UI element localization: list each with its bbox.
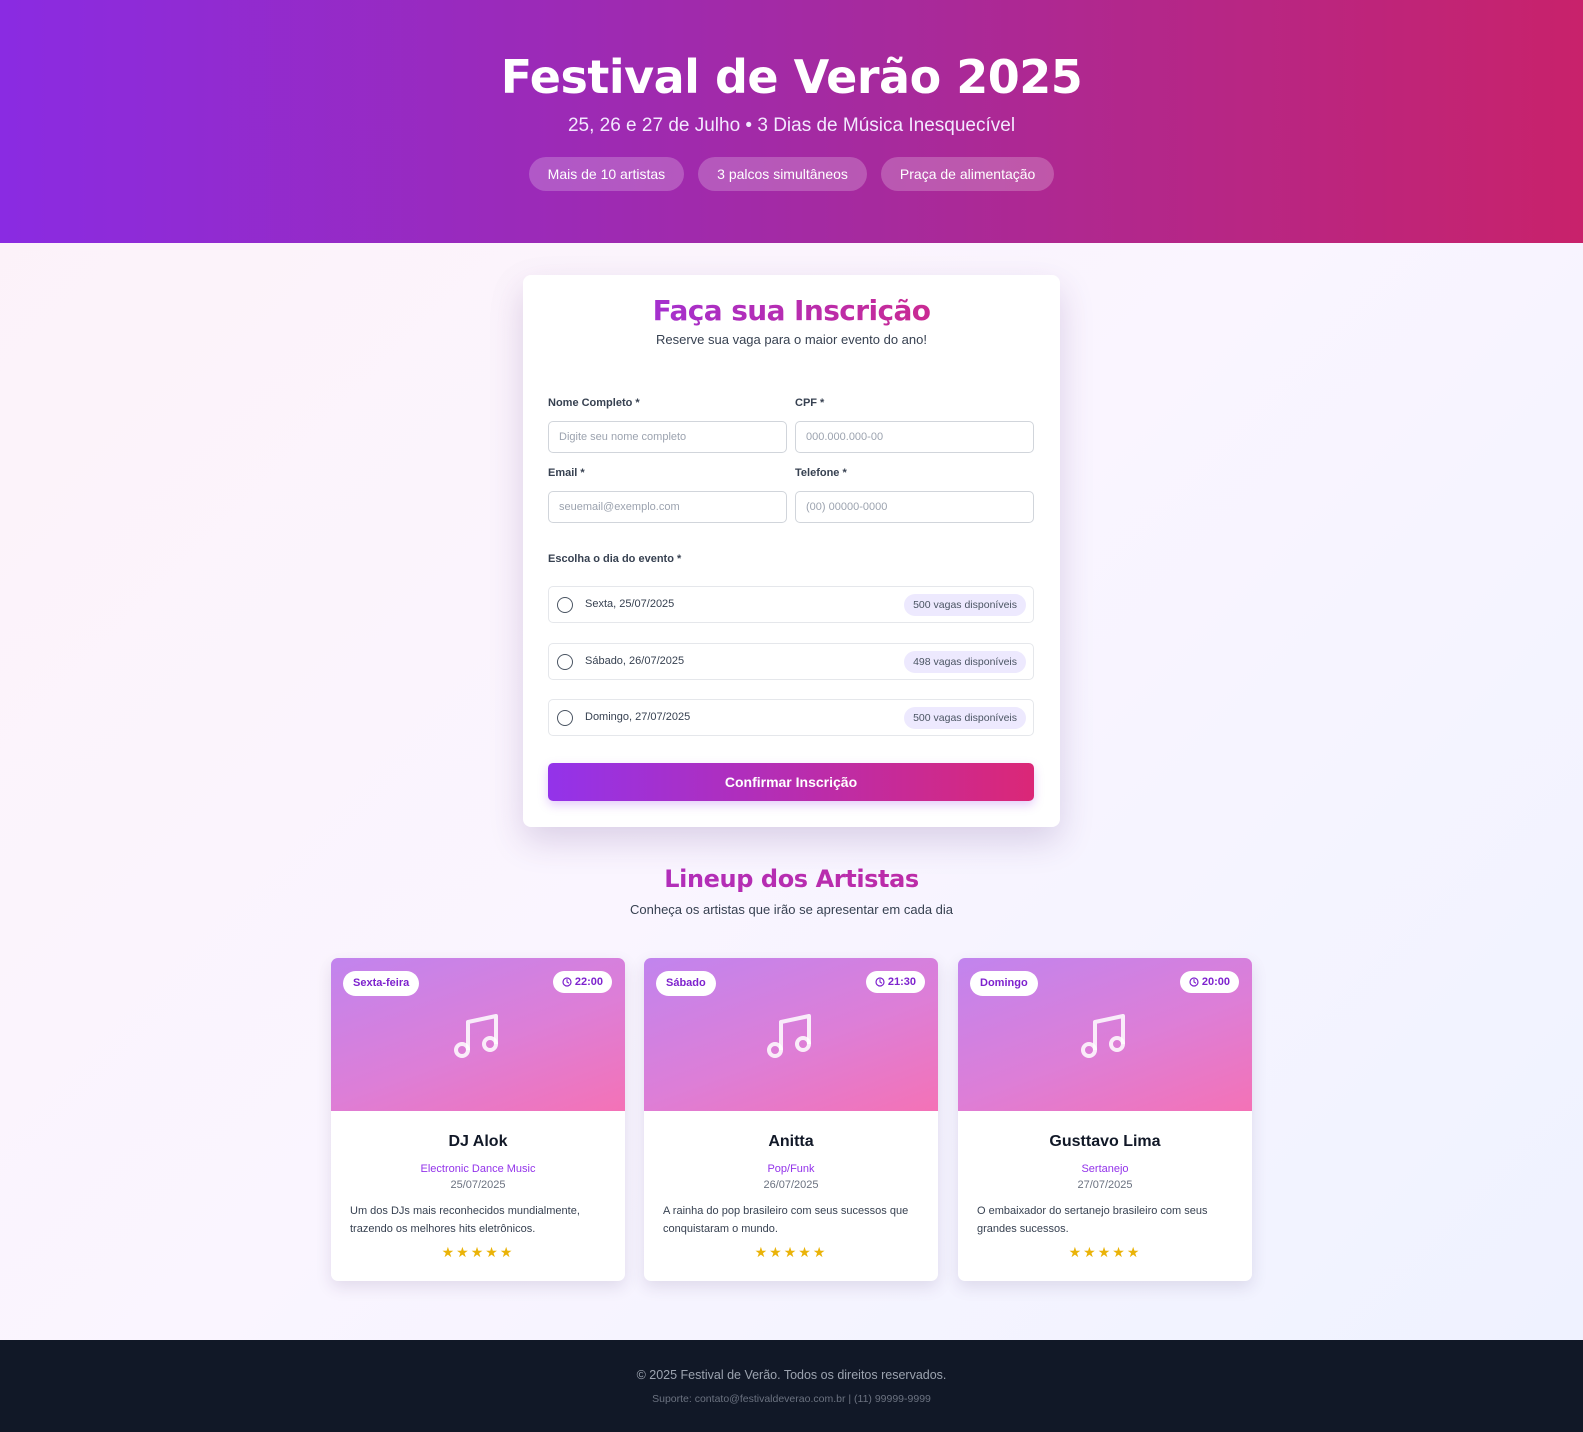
footer-support-contact: Suporte: contato@festivaldeverao.com.br … <box>652 1393 931 1405</box>
feature-chip: Praça de alimentação <box>880 157 1055 191</box>
artist-card: Sábado 21:30 Anitta Pop/Funk 26/07/2025 … <box>644 958 938 1281</box>
time-text: 21:30 <box>887 976 916 988</box>
clock-icon <box>1189 977 1199 987</box>
day-option-label: Sábado, 26/07/2025 <box>585 655 685 667</box>
star-rating: ★★★★★ <box>441 1245 515 1261</box>
day-select-label: Escolha o dia do evento * <box>548 553 682 565</box>
artist-genre: Electronic Dance Music <box>420 1163 536 1175</box>
time-text: 20:00 <box>1201 976 1230 988</box>
artist-date: 25/07/2025 <box>450 1179 506 1191</box>
artist-card: Sexta-feira 22:00 DJ Alok Electronic Dan… <box>331 958 625 1281</box>
artist-name: DJ Alok <box>448 1133 508 1150</box>
lineup-subtitle: Conheça os artistas que irão se apresent… <box>629 902 954 917</box>
phone-field[interactable] <box>795 491 1034 523</box>
time-text: 22:00 <box>574 976 603 988</box>
artist-date: 26/07/2025 <box>763 1179 819 1191</box>
artist-date: 27/07/2025 <box>1077 1179 1133 1191</box>
day-badge: Domingo <box>970 971 1038 996</box>
form-title: Faça sua Inscrição <box>523 294 1060 327</box>
artist-card: Domingo 20:00 Gusttavo Lima Sertanejo 27… <box>958 958 1252 1281</box>
radio-button[interactable] <box>557 654 573 670</box>
day-badge: Sábado <box>656 971 716 996</box>
hero-title: Festival de Verão 2025 <box>500 50 1083 104</box>
time-badge: 21:30 <box>865 971 925 993</box>
availability-badge: 500 vagas disponíveis <box>904 594 1026 616</box>
feature-chip: 3 palcos simultâneos <box>698 157 867 191</box>
clock-icon <box>562 977 572 987</box>
cpf-label: CPF * <box>795 397 825 409</box>
name-label: Nome Completo * <box>548 397 640 409</box>
footer: © 2025 Festival de Verão. Todos os direi… <box>0 1340 1583 1432</box>
artist-genre: Pop/Funk <box>767 1163 815 1175</box>
registration-card: Faça sua Inscrição Reserve sua vaga para… <box>523 275 1060 827</box>
clock-icon <box>875 977 885 987</box>
feature-chip: Mais de 10 artistas <box>528 157 685 191</box>
email-label: Email * <box>548 467 585 479</box>
artist-name: Anitta <box>768 1133 814 1150</box>
confirm-registration-button[interactable]: Confirmar Inscrição <box>548 763 1034 801</box>
feature-chips: Mais de 10 artistas 3 palcos simultâneos… <box>0 157 1583 191</box>
artist-banner: Domingo 20:00 <box>958 958 1252 1111</box>
time-badge: 22:00 <box>552 971 612 993</box>
phone-label: Telefone * <box>795 467 847 479</box>
artist-genre: Sertanejo <box>1081 1163 1129 1175</box>
artist-banner: Sábado 21:30 <box>644 958 938 1111</box>
star-rating: ★★★★★ <box>754 1245 828 1261</box>
music-note-icon <box>767 1014 811 1058</box>
artist-banner: Sexta-feira 22:00 <box>331 958 625 1111</box>
email-field[interactable] <box>548 491 787 523</box>
music-note-icon <box>1081 1014 1125 1058</box>
lineup-title: Lineup dos Artistas <box>0 865 1583 893</box>
radio-button[interactable] <box>557 597 573 613</box>
availability-badge: 500 vagas disponíveis <box>904 707 1026 729</box>
hero-banner: Festival de Verão 2025 25, 26 e 27 de Ju… <box>0 0 1583 243</box>
time-badge: 20:00 <box>1179 971 1239 993</box>
day-option-friday[interactable]: Sexta, 25/07/2025 500 vagas disponíveis <box>548 586 1034 623</box>
cpf-field[interactable] <box>795 421 1034 453</box>
artist-description: Um dos DJs mais reconhecidos mundialment… <box>350 1205 580 1235</box>
hero-subtitle: 25, 26 e 27 de Julho • 3 Dias de Música … <box>567 115 1016 136</box>
star-rating: ★★★★★ <box>1068 1245 1142 1261</box>
artist-description: O embaixador do sertanejo brasileiro com… <box>977 1205 1208 1235</box>
day-badge: Sexta-feira <box>343 971 420 996</box>
form-subtitle: Reserve sua vaga para o maior evento do … <box>655 332 927 347</box>
music-note-icon <box>454 1014 498 1058</box>
day-option-saturday[interactable]: Sábado, 26/07/2025 498 vagas disponíveis <box>548 643 1034 680</box>
name-field[interactable] <box>548 421 787 453</box>
artist-name: Gusttavo Lima <box>1049 1133 1161 1150</box>
day-option-label: Domingo, 27/07/2025 <box>585 711 691 723</box>
availability-badge: 498 vagas disponíveis <box>904 651 1026 673</box>
day-option-label: Sexta, 25/07/2025 <box>585 598 675 610</box>
day-option-sunday[interactable]: Domingo, 27/07/2025 500 vagas disponívei… <box>548 699 1034 736</box>
radio-button[interactable] <box>557 710 573 726</box>
footer-copyright: © 2025 Festival de Verão. Todos os direi… <box>636 1368 947 1382</box>
artist-description: A rainha do pop brasileiro com seus suce… <box>663 1205 909 1235</box>
